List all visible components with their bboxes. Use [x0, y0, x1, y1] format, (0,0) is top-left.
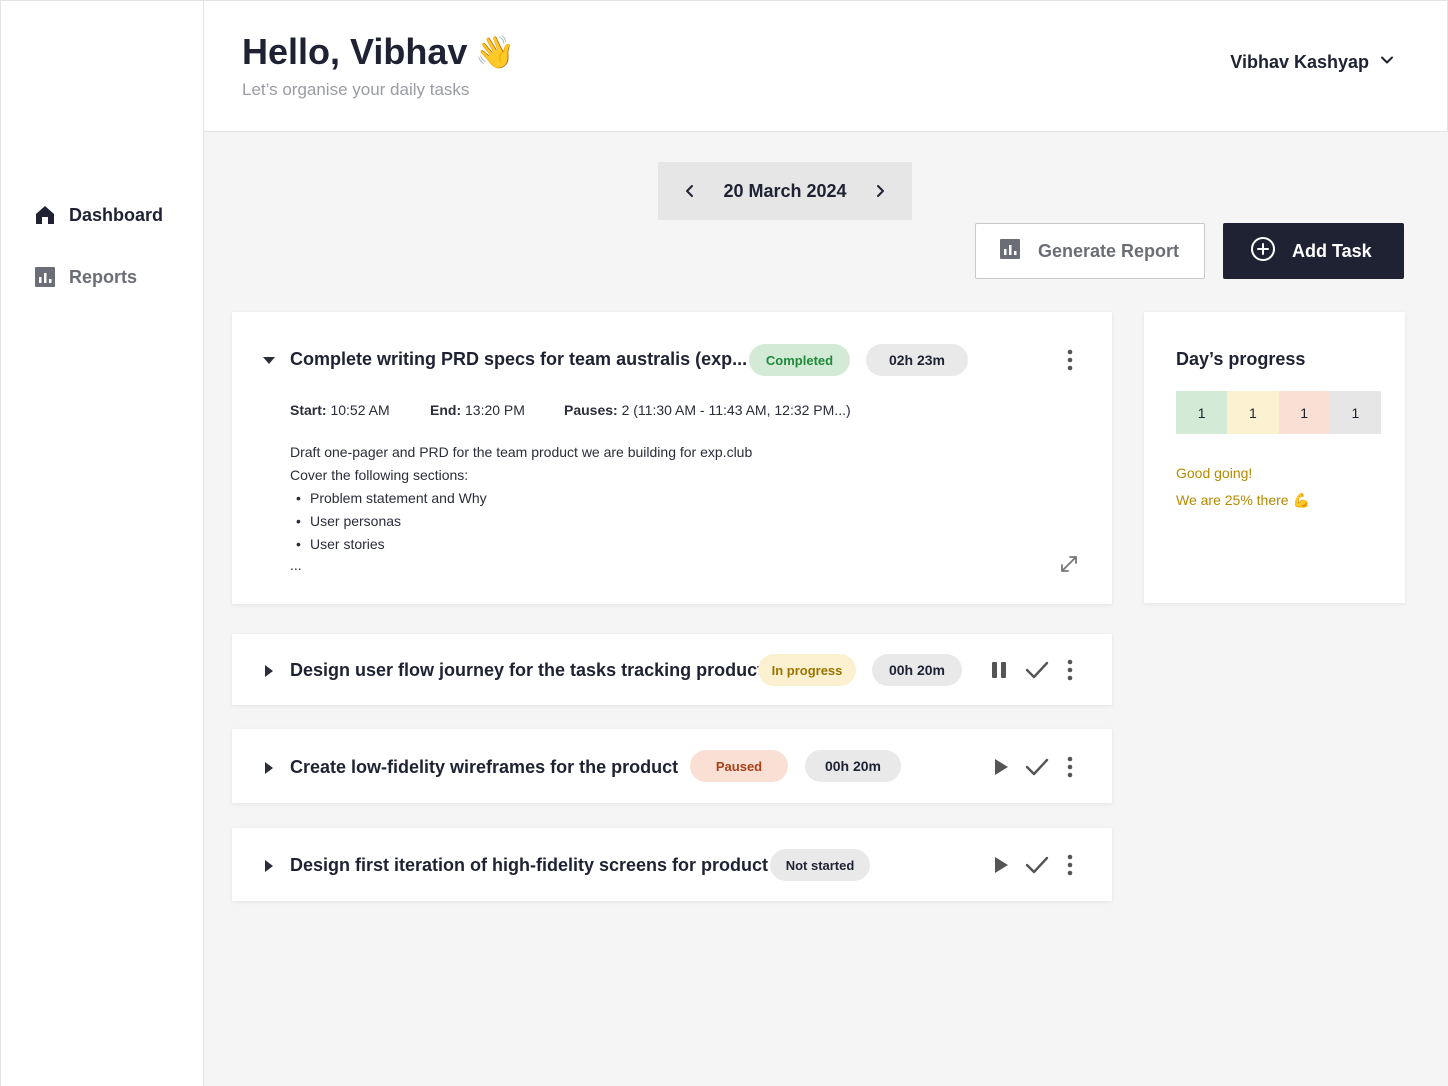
expand-caret-icon[interactable]	[262, 761, 276, 775]
next-day-button[interactable]	[870, 181, 890, 201]
chevron-right-icon	[877, 185, 884, 197]
user-menu[interactable]: Vibhav Kashyap	[1230, 52, 1395, 73]
end-time: 13:20 PM	[465, 402, 525, 418]
wave-emoji-icon: 👋	[475, 34, 516, 70]
play-icon	[995, 857, 1008, 873]
play-button[interactable]	[990, 755, 1012, 779]
progress-segment-paused: 1	[1278, 391, 1330, 434]
description-ellipsis: ...	[290, 557, 302, 573]
more-options-icon[interactable]	[1060, 853, 1080, 877]
progress-message-line: Good going!	[1176, 465, 1253, 481]
status-badge: Completed	[749, 344, 850, 376]
add-task-label: Add Task	[1292, 240, 1372, 261]
checkmark-icon	[1025, 661, 1049, 679]
status-badge: Paused	[690, 750, 788, 782]
task-card: Complete writing PRD specs for team aust…	[232, 312, 1112, 604]
start-label: Start:	[290, 402, 327, 418]
description-line: Draft one-pager and PRD for the team pro…	[290, 444, 753, 460]
description-line: Cover the following sections:	[290, 467, 469, 483]
complete-button[interactable]	[1024, 658, 1050, 682]
progress-bar: 1 1 1 1	[1176, 391, 1381, 434]
duration-chip: 00h 20m	[805, 750, 901, 782]
sidebar-item-label: Dashboard	[69, 204, 164, 225]
more-options-icon[interactable]	[1060, 658, 1080, 682]
progress-segment-completed: 1	[1176, 391, 1228, 434]
generate-report-button[interactable]: Generate Report	[975, 223, 1205, 279]
task-card: Design user flow journey for the tasks t…	[232, 634, 1112, 705]
current-date: 20 March 2024	[723, 180, 847, 201]
days-progress-card: Day’s progress 1 1 1 1 Good going! We ar…	[1144, 312, 1405, 603]
greeting-text: Hello, Vibhav	[242, 31, 468, 72]
start-time: 10:52 AM	[330, 402, 390, 418]
add-task-button[interactable]: Add Task	[1223, 223, 1404, 279]
complete-button[interactable]	[1024, 755, 1050, 779]
pause-icon	[992, 662, 1006, 678]
task-description: Draft one-pager and PRD for the team pro…	[290, 441, 752, 574]
more-options-icon[interactable]	[1060, 348, 1080, 372]
date-navigator: 20 March 2024	[658, 162, 912, 220]
previous-day-button[interactable]	[680, 181, 700, 201]
task-title[interactable]: Create low-fidelity wireframes for the p…	[290, 757, 678, 778]
more-options-icon[interactable]	[1060, 755, 1080, 779]
progress-message-line: We are 25% there 💪	[1176, 492, 1310, 508]
task-title[interactable]: Complete writing PRD specs for team aust…	[290, 349, 747, 370]
pauses-label: Pauses:	[564, 402, 618, 418]
list-item: User personas	[290, 510, 752, 533]
duration-chip: 02h 23m	[866, 344, 968, 376]
expand-caret-icon[interactable]	[262, 664, 276, 678]
task-header: Create low-fidelity wireframes for the p…	[262, 757, 678, 778]
progress-segment-not-started: 1	[1329, 391, 1381, 434]
user-name: Vibhav Kashyap	[1230, 52, 1369, 72]
play-button[interactable]	[990, 853, 1012, 877]
task-header: Design user flow journey for the tasks t…	[262, 660, 763, 681]
play-icon	[995, 759, 1008, 775]
chevron-down-icon	[1379, 52, 1395, 73]
pause-button[interactable]	[988, 658, 1010, 682]
task-times: Start: 10:52 AM End: 13:20 PM Pauses: 2 …	[290, 402, 851, 418]
end-label: End:	[430, 402, 462, 418]
chevron-left-icon	[686, 185, 693, 197]
page-title: Hello, Vibhav 👋	[242, 31, 515, 73]
checkmark-icon	[1025, 856, 1049, 874]
status-badge: In progress	[758, 654, 856, 686]
task-header: Complete writing PRD specs for team aust…	[262, 349, 747, 370]
task-card: Create low-fidelity wireframes for the p…	[232, 729, 1112, 803]
task-card: Design first iteration of high-fidelity …	[232, 828, 1112, 901]
sidebar: Dashboard Reports	[0, 0, 204, 1086]
expand-caret-icon[interactable]	[262, 859, 276, 873]
sidebar-item-dashboard[interactable]: Dashboard	[33, 203, 163, 227]
report-icon	[998, 237, 1022, 266]
progress-message: Good going! We are 25% there 💪	[1176, 460, 1310, 514]
task-header: Design first iteration of high-fidelity …	[262, 855, 768, 876]
task-title[interactable]: Design user flow journey for the tasks t…	[290, 660, 763, 681]
top-header: Hello, Vibhav 👋 Let’s organise your dail…	[204, 0, 1448, 132]
expand-icon[interactable]	[1058, 553, 1080, 575]
home-icon	[33, 203, 57, 227]
generate-report-label: Generate Report	[1038, 240, 1180, 261]
progress-segment-in-progress: 1	[1227, 391, 1279, 434]
sidebar-item-label: Reports	[69, 266, 138, 287]
list-item: Problem statement and Why	[290, 487, 752, 510]
pauses-value: 2 (11:30 AM - 11:43 AM, 12:32 PM...)	[621, 402, 851, 418]
description-bullets: Problem statement and Why User personas …	[290, 487, 752, 556]
list-item: User stories	[290, 533, 752, 556]
progress-title: Day’s progress	[1176, 349, 1306, 369]
sidebar-item-reports[interactable]: Reports	[33, 265, 137, 289]
bar-chart-icon	[33, 265, 57, 289]
duration-chip: 00h 20m	[872, 654, 962, 686]
checkmark-icon	[1025, 758, 1049, 776]
task-title[interactable]: Design first iteration of high-fidelity …	[290, 855, 768, 876]
status-badge: Not started	[770, 849, 870, 881]
collapse-caret-icon[interactable]	[262, 353, 276, 367]
complete-button[interactable]	[1024, 853, 1050, 877]
plus-circle-icon	[1250, 236, 1276, 267]
page-subtitle: Let’s organise your daily tasks	[242, 80, 470, 99]
